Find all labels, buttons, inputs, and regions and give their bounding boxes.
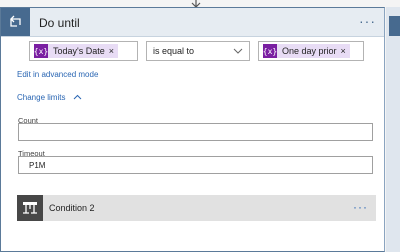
- do-until-title: Do until: [39, 16, 80, 30]
- timeout-input[interactable]: P1M: [18, 156, 373, 174]
- count-input[interactable]: [18, 123, 373, 141]
- chevron-up-icon: [73, 94, 82, 100]
- condition-right-field[interactable]: {x} One day prior ×: [258, 41, 364, 61]
- one-day-prior-token[interactable]: {x} One day prior ×: [263, 44, 350, 58]
- side-panel-edge: [386, 7, 400, 252]
- condition-left-field[interactable]: {x} Today's Date ×: [29, 41, 138, 61]
- change-limits-label: Change limits: [17, 93, 66, 102]
- condition-icon: [17, 195, 43, 221]
- edit-advanced-mode-link[interactable]: Edit in advanced mode: [17, 70, 98, 79]
- do-until-more-button[interactable]: ···: [359, 13, 376, 29]
- condition-2-card[interactable]: Condition 2 ···: [17, 195, 376, 221]
- chevron-down-icon: [233, 48, 243, 54]
- remove-token-icon[interactable]: ×: [341, 46, 350, 56]
- remove-token-icon[interactable]: ×: [109, 46, 118, 56]
- expression-icon: {x}: [263, 44, 277, 58]
- condition-2-more-button[interactable]: ···: [353, 200, 368, 214]
- change-limits-link[interactable]: Change limits: [17, 93, 82, 102]
- operator-select-value: is equal to: [153, 46, 195, 56]
- do-until-card: Do until ··· {x} Today's Date × is equal…: [0, 7, 385, 252]
- condition-2-title: Condition 2: [49, 203, 95, 213]
- one-day-prior-token-label: One day prior: [282, 46, 337, 56]
- do-until-header[interactable]: Do until ···: [1, 8, 384, 37]
- todays-date-token[interactable]: {x} Today's Date ×: [34, 44, 119, 58]
- do-until-loop-icon: [1, 8, 30, 36]
- adjacent-action-icon[interactable]: [389, 16, 400, 36]
- operator-select[interactable]: is equal to: [146, 41, 250, 61]
- expression-icon: {x}: [34, 44, 48, 58]
- todays-date-token-label: Today's Date: [53, 46, 105, 56]
